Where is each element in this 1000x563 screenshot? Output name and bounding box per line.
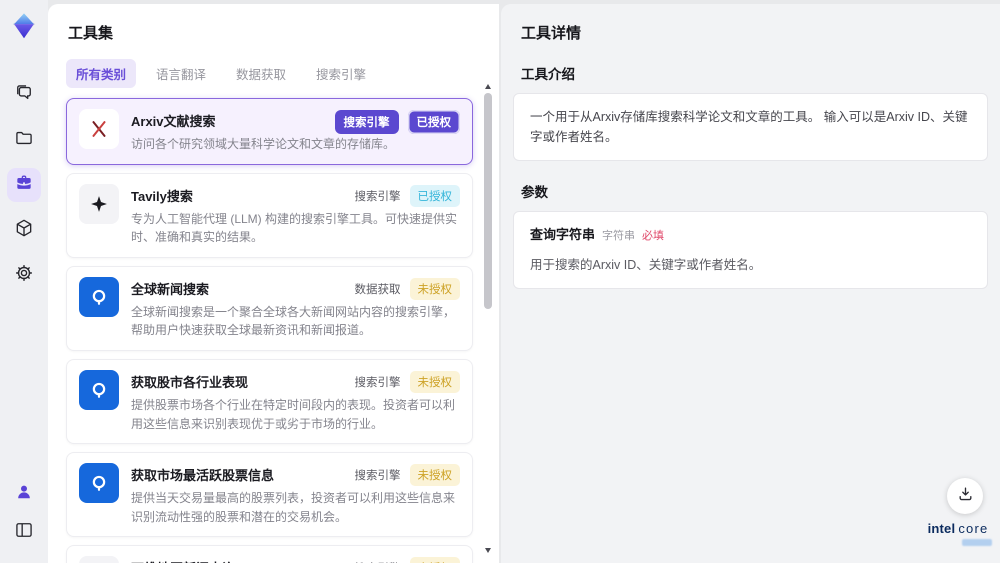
tavily-star-icon	[79, 183, 119, 224]
toolbox-icon	[14, 173, 34, 198]
intro-text: 一个用于从Arxiv存储库搜索科学论文和文章的工具。 输入可以是Arxiv ID…	[530, 110, 968, 144]
user-icon	[14, 482, 34, 507]
auth-status-badge: 已授权	[407, 110, 460, 134]
scrollbar-thumb[interactable]	[484, 93, 492, 309]
chat-icon	[14, 83, 34, 108]
tool-title: Tavily搜索	[131, 188, 193, 204]
download-icon	[957, 485, 974, 507]
tab-all-categories[interactable]: 所有类别	[66, 59, 137, 88]
category-badge: 搜索引擎	[354, 470, 401, 483]
tab-search-engine[interactable]: 搜索引擎	[306, 59, 376, 88]
tool-title: 全球新闻搜索	[131, 281, 210, 297]
tool-card-tavily[interactable]: Tavily搜索 专为人工智能代理 (LLM) 构建的搜索引擎工具。可快速提供实…	[66, 172, 473, 258]
tool-desc: 专为人工智能代理 (LLM) 构建的搜索引擎工具。可快速提供实时、准确和真实的结…	[131, 211, 458, 245]
sidebar-item-files[interactable]	[7, 123, 41, 157]
panel-toggle-icon	[14, 520, 34, 545]
q-logo-icon	[79, 369, 119, 410]
tool-list-panel: 工具集 所有类别 语言翻译 数据获取 搜索引擎 Arxiv文献搜索 访问各个研究…	[48, 4, 499, 563]
sidebar-nav	[7, 78, 41, 292]
core-brand-word: core	[958, 521, 989, 536]
tool-desc: 提供股票市场各个行业在特定时间段内的表现。投资者可以利用这些信息来识别表现优于或…	[131, 397, 456, 431]
tool-details-panel: 工具详情 工具介绍 一个用于从Arxiv存储库搜索科学论文和文章的工具。 输入可…	[501, 4, 1000, 563]
tab-translation[interactable]: 语言翻译	[146, 59, 216, 88]
category-tabs: 所有类别 语言翻译 数据获取 搜索引擎	[66, 59, 473, 88]
intro-box: 一个用于从Arxiv存储库搜索科学论文和文章的工具。 输入可以是Arxiv ID…	[513, 93, 988, 161]
tool-card-global-news[interactable]: 全球新闻搜索 全球新闻搜索是一个聚合全球各大新闻网站内容的搜索引擎，帮助用户快速…	[66, 265, 473, 351]
app-sidebar	[0, 0, 48, 563]
auth-status-badge: 未授权	[409, 277, 460, 300]
intel-brand-word: intel	[927, 521, 956, 536]
tool-title: 万维地区新闻查询	[131, 558, 330, 563]
tool-card-sector-performance[interactable]: 获取股市各行业表现 提供股票市场各个行业在特定时间段内的表现。投资者可以利用这些…	[66, 358, 473, 445]
sidebar-item-chat[interactable]	[7, 78, 41, 112]
intel-ultra-badge	[962, 539, 992, 546]
q-logo-icon	[79, 276, 119, 317]
auth-status-badge: 未授权	[409, 557, 460, 563]
tool-card-regional-news[interactable]: 万维地区新闻查询 查询具体行政区划内的新闻，快速了解各地新闻动 搜索引擎 未授权	[66, 545, 473, 563]
settings-gear-icon	[14, 263, 34, 288]
tab-data-fetch[interactable]: 数据获取	[226, 59, 296, 88]
param-name: 查询字符串	[530, 227, 596, 242]
sidebar-item-toolbox[interactable]	[7, 168, 41, 202]
tool-desc: 全球新闻搜索是一个聚合全球各大新闻网站内容的搜索引擎，帮助用户快速获取全球最新资…	[131, 304, 456, 338]
building-icon	[79, 556, 119, 563]
auth-status-badge: 已授权	[409, 184, 460, 207]
auth-status-badge: 未授权	[409, 464, 460, 487]
intel-core-logo: intel core	[922, 521, 994, 546]
tool-desc: 提供当天交易量最高的股票列表，投资者可以利用这些信息来识别流动性强的股票和潜在的…	[131, 491, 456, 524]
param-box: 查询字符串 字符串 必填 用于搜索的Arxiv ID、关键字或作者姓名。	[513, 211, 988, 289]
tool-desc: 访问各个研究领域大量科学论文和文章的存储库。	[131, 137, 396, 151]
sidebar-item-panel-toggle[interactable]	[7, 515, 41, 549]
list-scrollbar[interactable]	[483, 84, 494, 553]
category-badge: 数据获取	[354, 283, 401, 296]
category-badge: 搜索引擎	[355, 557, 401, 563]
details-title: 工具详情	[521, 25, 582, 42]
param-desc: 用于搜索的Arxiv ID、关键字或作者姓名。	[530, 257, 762, 272]
download-button[interactable]	[947, 478, 983, 514]
arxiv-icon	[79, 109, 119, 149]
app-logo-gem-icon	[8, 10, 40, 42]
sidebar-item-packages[interactable]	[7, 213, 41, 247]
cube-icon	[14, 218, 34, 243]
param-required-flag: 必填	[642, 230, 665, 242]
sidebar-item-settings[interactable]	[7, 258, 41, 292]
scroll-up-arrow-icon[interactable]	[485, 84, 491, 89]
scroll-down-arrow-icon[interactable]	[485, 548, 491, 553]
tool-card-arxiv[interactable]: Arxiv文献搜索 访问各个研究领域大量科学论文和文章的存储库。 搜索引擎 已授…	[66, 98, 473, 165]
intro-heading: 工具介绍	[521, 67, 575, 82]
q-logo-icon	[79, 463, 119, 504]
param-type: 字符串	[602, 230, 636, 242]
category-badge: 搜索引擎	[334, 110, 399, 134]
tool-title: 获取股市各行业表现	[131, 374, 249, 390]
page-title: 工具集	[68, 25, 114, 42]
tool-title: Arxiv文献搜索	[131, 114, 216, 129]
sidebar-item-user[interactable]	[7, 477, 41, 511]
tool-list: Arxiv文献搜索 访问各个研究领域大量科学论文和文章的存储库。 搜索引擎 已授…	[66, 98, 473, 563]
params-heading: 参数	[521, 185, 548, 200]
sidebar-bottom	[7, 477, 41, 563]
tool-card-active-stocks[interactable]: 获取市场最活跃股票信息 提供当天交易量最高的股票列表，投资者可以利用这些信息来识…	[66, 452, 473, 538]
auth-status-badge: 未授权	[409, 370, 460, 393]
folder-icon	[14, 128, 34, 153]
tool-title: 获取市场最活跃股票信息	[131, 468, 275, 484]
category-badge: 搜索引擎	[354, 376, 401, 389]
category-badge: 搜索引擎	[354, 190, 401, 203]
